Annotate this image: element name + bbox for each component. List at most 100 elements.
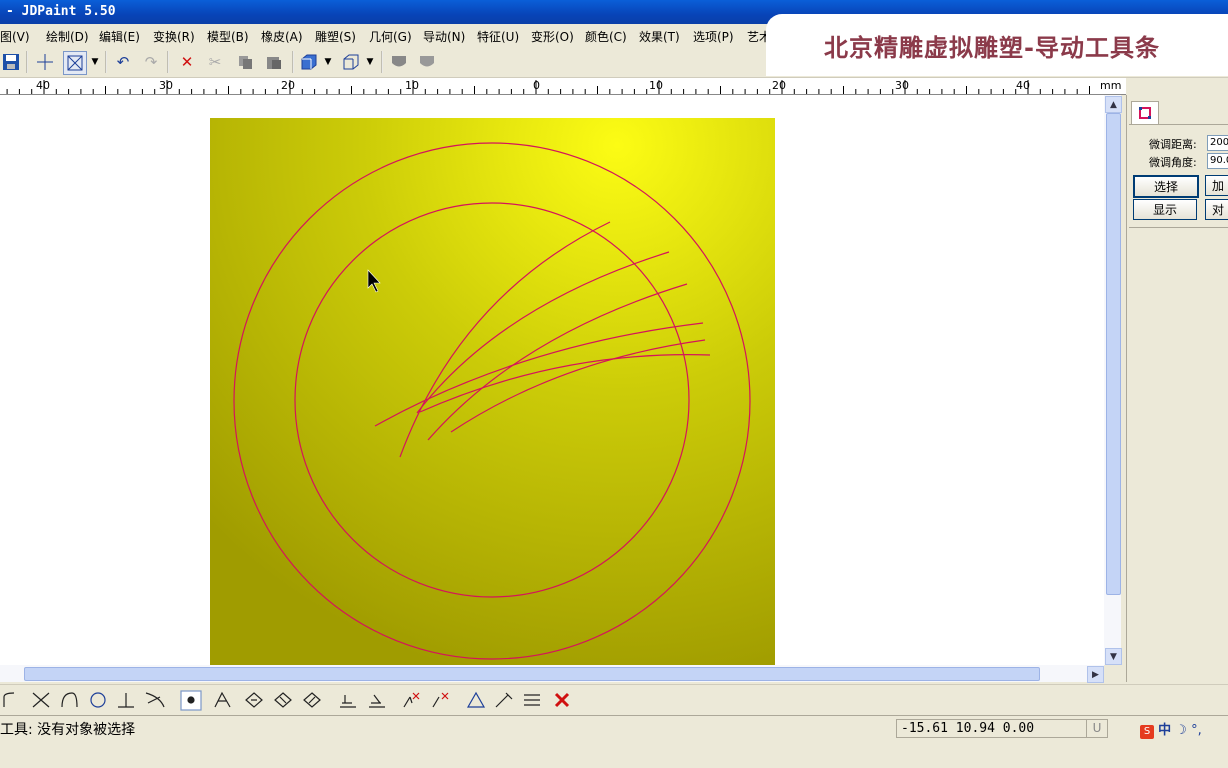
paste-icon[interactable] [263, 51, 285, 73]
select-button[interactable]: 选择 [1133, 175, 1199, 198]
menu-feature[interactable]: 特征(U) [477, 28, 519, 45]
save-icon[interactable] [0, 51, 22, 73]
guide-tool-panel: 微调距离: 200 微调角度: 90.0 选择 加 显示 对 [1126, 95, 1228, 682]
punct-icon: °, [1191, 723, 1202, 738]
menu-edit[interactable]: 编辑(E) [99, 28, 140, 45]
wand-icon[interactable] [495, 692, 513, 708]
ime-indicator[interactable]: S 中 ☽ °, [1140, 719, 1202, 739]
moon-icon: ☽ [1175, 723, 1187, 738]
undo-icon[interactable]: ↶ [112, 51, 134, 73]
align-1-icon[interactable] [340, 695, 356, 708]
ruler-label: 10 [405, 79, 419, 92]
intersect-icon[interactable] [32, 692, 50, 708]
diamond-3-icon[interactable] [303, 692, 321, 708]
flip-button[interactable]: 对 [1205, 199, 1228, 220]
tangent-icon[interactable] [145, 692, 165, 708]
dropdown-arrow-icon[interactable]: ▼ [322, 51, 334, 73]
ruler-label: 30 [895, 79, 909, 92]
vertical-scrollbar[interactable]: ▲ ▼ [1104, 95, 1122, 665]
curve-node-icon [1139, 107, 1151, 119]
ruler-label: 40 [36, 79, 50, 92]
arc-icon[interactable] [61, 692, 78, 708]
status-u-cell: U [1086, 719, 1108, 738]
arrow-cross-1-icon[interactable] [403, 696, 413, 708]
mirror-icon[interactable] [466, 691, 486, 708]
fine-angle-label: 微调角度: [1149, 156, 1197, 169]
show-button[interactable]: 显示 [1133, 199, 1197, 220]
drawing-canvas[interactable] [0, 95, 1104, 665]
diamond-2-icon[interactable] [274, 692, 292, 708]
cut-icon[interactable]: ✂ [204, 51, 226, 73]
align-2-icon[interactable] [369, 694, 385, 708]
menu-sculpt[interactable]: 雕塑(S) [315, 28, 356, 45]
delete-icon[interactable]: ✕ [176, 51, 198, 73]
toolbar-separator [167, 51, 169, 73]
status-message: 工具: 没有对象被选择 [0, 722, 136, 738]
horizontal-ruler: 40 30 20 10 0 10 20 30 40 mm [0, 78, 1126, 95]
list-icon[interactable] [524, 694, 540, 706]
fine-angle-field[interactable]: 90.0 [1207, 153, 1228, 169]
shield-right-icon[interactable] [416, 51, 438, 73]
diamond-1-icon[interactable] [245, 692, 263, 708]
toolbar-separator [381, 51, 383, 73]
panel-divider [1129, 124, 1228, 125]
scroll-right-icon[interactable]: ▶ [1087, 666, 1104, 683]
menu-options[interactable]: 选项(P) [693, 28, 734, 45]
horizontal-scroll-thumb[interactable] [24, 667, 1040, 681]
menu-guide[interactable]: 导动(N) [423, 28, 465, 45]
ruler-label: 20 [772, 79, 786, 92]
menu-view[interactable]: 图(V) [0, 28, 30, 45]
ruler-label: 40 [1016, 79, 1030, 92]
panel-divider [1129, 227, 1228, 228]
copy-icon[interactable] [234, 51, 256, 73]
tutorial-banner: 北京精雕虚拟雕塑-导动工具条 [766, 14, 1228, 76]
arc-corner-icon[interactable] [3, 692, 15, 707]
box-wire-icon[interactable] [340, 51, 362, 73]
perpendicular-icon[interactable] [118, 693, 134, 708]
panel-tab[interactable] [1131, 101, 1159, 124]
close-x-icon[interactable] [554, 692, 570, 708]
cursor-coordinates: -15.61 10.94 0.00 [896, 719, 1087, 738]
shield-left-icon[interactable] [388, 51, 410, 73]
vertical-scroll-thumb[interactable] [1106, 113, 1121, 595]
dropdown-arrow-icon[interactable]: ▼ [364, 51, 376, 73]
window-title: - JDPaint 5.50 [6, 4, 116, 19]
crosshair-icon[interactable] [34, 51, 56, 73]
toolbar-separator [26, 51, 28, 73]
node-icon[interactable] [187, 696, 195, 704]
canvas-svg[interactable] [0, 95, 1104, 665]
menu-draw[interactable]: 绘制(D) [46, 28, 89, 45]
toolbar-separator [292, 51, 294, 73]
fine-distance-label: 微调距离: [1149, 138, 1197, 151]
menu-model[interactable]: 模型(B) [207, 28, 249, 45]
ruler-label: 10 [649, 79, 663, 92]
arrow-cross-2-icon[interactable] [432, 696, 440, 708]
snap-toolbar [0, 684, 1228, 715]
status-bar: 工具: 没有对象被选择 -15.61 10.94 0.00 U S 中 ☽ °, [0, 715, 1228, 740]
menu-geometry[interactable]: 几何(G) [369, 28, 412, 45]
menu-transform[interactable]: 变换(R) [153, 28, 195, 45]
fine-distance-field[interactable]: 200 [1207, 135, 1228, 151]
redo-icon[interactable]: ↷ [140, 51, 162, 73]
menu-color[interactable]: 颜色(C) [585, 28, 627, 45]
box-solid-icon[interactable] [298, 51, 320, 73]
angle-icon[interactable] [214, 691, 231, 708]
menu-deform[interactable]: 变形(O) [531, 28, 574, 45]
ruler-label: 20 [281, 79, 295, 92]
circle-snap-icon[interactable] [90, 692, 106, 708]
dropdown-arrow-icon[interactable]: ▼ [89, 51, 101, 73]
horizontal-scrollbar[interactable]: ▶ [0, 665, 1104, 683]
menu-effect[interactable]: 效果(T) [639, 28, 680, 45]
select-box-icon[interactable] [63, 51, 87, 75]
scroll-up-icon[interactable]: ▲ [1105, 96, 1122, 113]
ime-mode: 中 [1158, 723, 1172, 738]
banner-title: 北京精雕虚拟雕塑-导动工具条 [824, 34, 1160, 62]
ruler-unit: mm [1100, 79, 1122, 92]
scroll-down-icon[interactable]: ▼ [1105, 648, 1122, 665]
ruler-label: 30 [159, 79, 173, 92]
sogou-icon: S [1140, 725, 1154, 739]
snap-toolbar-icons [3, 690, 570, 711]
add-button[interactable]: 加 [1205, 175, 1228, 196]
menu-eraser[interactable]: 橡皮(A) [261, 28, 303, 45]
toolbar-separator [105, 51, 107, 73]
